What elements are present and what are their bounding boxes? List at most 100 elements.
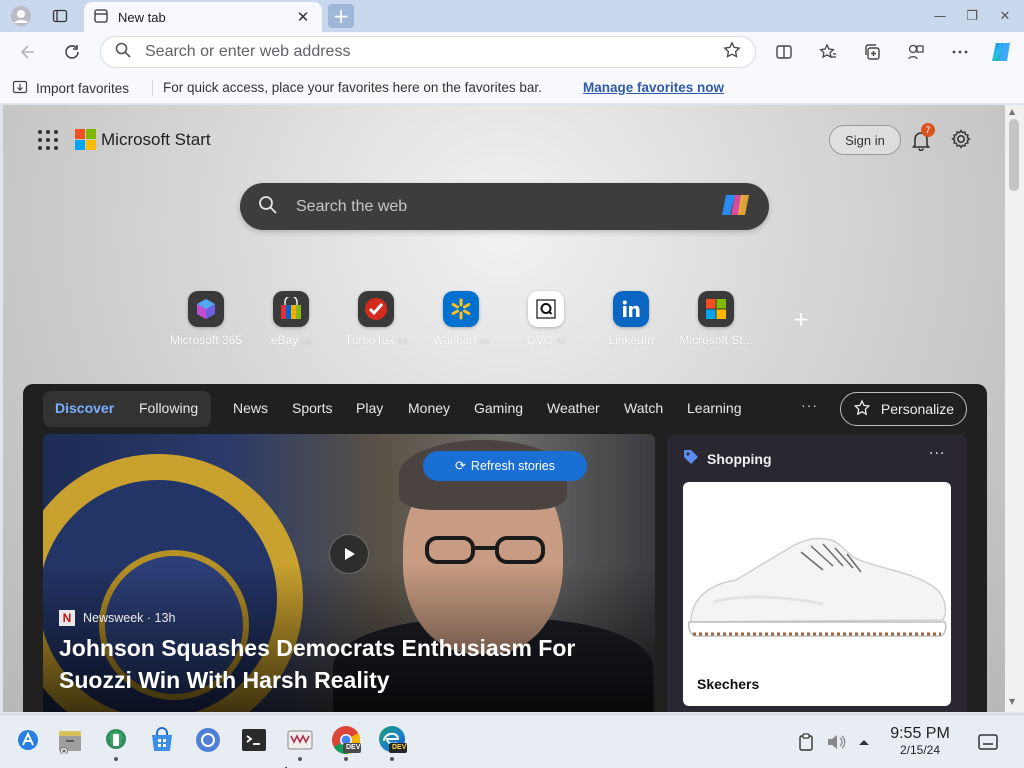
quicklink-label: Walmart xyxy=(432,333,477,347)
ad-badge: Ad xyxy=(555,337,566,346)
story-headline[interactable]: Johnson Squashes Democrats Enthusiasm Fo… xyxy=(59,632,639,696)
clock-time: 9:55 PM xyxy=(890,725,950,742)
manage-favorites-link[interactable]: Manage favorites now xyxy=(583,80,724,95)
ad-badge: Ad xyxy=(301,337,312,346)
nav-weather[interactable]: Weather xyxy=(547,400,600,416)
scroll-down-arrow-icon[interactable]: ▼ xyxy=(1009,697,1015,706)
new-tab-button[interactable]: + xyxy=(328,4,354,28)
product-card[interactable]: Skechers xyxy=(683,482,951,706)
add-favorite-star-icon[interactable] xyxy=(723,41,741,63)
taskbar: DEV DEV 9:55 PM 2/15/24 xyxy=(0,714,1024,768)
web-search-box[interactable]: Search the web xyxy=(240,183,769,230)
browser-toolbar: Search or enter web address xyxy=(0,32,1024,72)
notification-count-badge: 7 xyxy=(921,123,935,137)
feed-mode-toggle: Discover Following xyxy=(43,391,211,427)
maximize-button[interactable]: ❐ xyxy=(962,6,982,26)
file-manager-icon[interactable] xyxy=(54,724,86,756)
refresh-stories-button[interactable]: ⟳ Refresh stories xyxy=(423,451,587,481)
quicklink-qvc[interactable]: QVC Ad xyxy=(501,291,591,347)
minimize-button[interactable]: — xyxy=(930,6,950,26)
brand-title[interactable]: Microsoft Start xyxy=(101,130,211,150)
chromium-browser-icon[interactable] xyxy=(192,724,224,756)
volume-icon[interactable] xyxy=(826,732,846,752)
tab-strip: New tab ✕ + — ❐ ✕ xyxy=(0,0,1024,32)
scroll-up-arrow-icon[interactable]: ▲ xyxy=(1009,107,1015,116)
nav-news[interactable]: News xyxy=(233,400,268,416)
quicklink-linkedin[interactable]: LinkedIn xyxy=(586,291,676,347)
chrome-dev-icon[interactable]: DEV xyxy=(330,724,362,761)
address-placeholder: Search or enter web address xyxy=(145,43,351,60)
copilot-icon[interactable] xyxy=(989,40,1013,64)
import-favorites-label: Import favorites xyxy=(36,81,130,96)
search-icon xyxy=(115,42,131,62)
shopping-more-button[interactable]: ··· xyxy=(929,446,945,462)
quicklink-walmart[interactable]: Walmart Ad xyxy=(416,291,506,347)
mouse-cursor-icon xyxy=(284,761,294,768)
quicklink-ebay[interactable]: eBay Ad xyxy=(246,291,336,347)
ebay-shopping-bag-icon xyxy=(273,291,309,327)
favorites-icon[interactable] xyxy=(816,40,840,64)
nav-learning[interactable]: Learning xyxy=(687,400,742,416)
microsoft-365-icon xyxy=(188,291,224,327)
nav-more-button[interactable]: ··· xyxy=(801,397,818,413)
linkedin-icon xyxy=(613,291,649,327)
address-bar[interactable]: Search or enter web address xyxy=(100,36,756,68)
start-launcher-icon[interactable] xyxy=(12,724,44,756)
collections-icon[interactable] xyxy=(860,40,884,64)
nav-money[interactable]: Money xyxy=(408,400,450,416)
nav-sports[interactable]: Sports xyxy=(292,400,332,416)
edge-dev-icon[interactable]: DEV xyxy=(376,724,408,761)
refresh-icon[interactable] xyxy=(60,40,84,64)
tab-following[interactable]: Following xyxy=(139,400,198,416)
nav-play[interactable]: Play xyxy=(356,400,383,416)
quicklink-label: Microsoft 365 xyxy=(169,333,243,347)
running-indicator xyxy=(114,757,118,761)
notification-center-icon[interactable] xyxy=(978,732,998,752)
split-screen-icon[interactable] xyxy=(772,40,796,64)
tab-actions-icon[interactable] xyxy=(47,4,73,28)
copilot-search-icon[interactable] xyxy=(721,192,751,222)
taskbar-clock[interactable]: 9:55 PM 2/15/24 xyxy=(880,725,960,757)
terminal-icon[interactable] xyxy=(238,724,270,756)
tab-discover[interactable]: Discover xyxy=(55,400,114,416)
quicklink-label: LinkedIn xyxy=(608,333,654,347)
running-indicator xyxy=(390,757,394,761)
nav-gaming[interactable]: Gaming xyxy=(474,400,523,416)
quicklink-label: TurboTax xyxy=(344,333,395,347)
quicklink-microsoft-store[interactable]: Microsoft St... xyxy=(671,291,761,347)
story-source: N Newsweek · 13h xyxy=(59,610,175,626)
quicklink-label: QVC xyxy=(526,333,553,347)
quicklink-microsoft-365[interactable]: Microsoft 365 xyxy=(161,291,251,347)
quicklink-turbotax[interactable]: TurboTax Ad xyxy=(331,291,421,347)
back-icon[interactable] xyxy=(16,40,40,64)
profile-icon[interactable] xyxy=(8,4,34,28)
clipboard-icon[interactable] xyxy=(796,732,816,752)
software-store-icon[interactable] xyxy=(146,724,178,756)
app-launcher-icon[interactable] xyxy=(38,130,58,150)
microsoft-logo-icon xyxy=(75,129,96,150)
close-window-button[interactable]: ✕ xyxy=(995,6,1015,26)
sign-in-button[interactable]: Sign in xyxy=(829,125,901,155)
ad-badge: Ad xyxy=(479,337,490,346)
scrollbar-thumb[interactable] xyxy=(1009,119,1019,191)
hero-story-card[interactable]: ⟳ Refresh stories N Newsweek · 13h Johns… xyxy=(43,434,655,712)
play-video-icon[interactable] xyxy=(329,534,369,574)
personalize-star-icon xyxy=(853,398,871,420)
clock-date: 2/15/24 xyxy=(899,743,941,757)
page-settings-gear-icon[interactable] xyxy=(950,128,972,150)
running-indicator xyxy=(298,757,302,761)
media-viewer-icon[interactable] xyxy=(284,724,316,761)
system-settings-icon[interactable] xyxy=(100,724,132,761)
personalize-button[interactable]: Personalize xyxy=(840,392,967,426)
show-hidden-icons-icon[interactable] xyxy=(854,732,874,752)
add-quicklink-button[interactable]: + xyxy=(789,307,813,331)
turbotax-check-icon xyxy=(358,291,394,327)
browser-essentials-icon[interactable] xyxy=(904,40,928,64)
more-menu-icon[interactable] xyxy=(948,40,972,64)
tab-new-tab[interactable]: New tab ✕ xyxy=(84,2,322,32)
close-tab-icon[interactable]: ✕ xyxy=(294,8,312,26)
import-favorites-button[interactable]: Import favorites xyxy=(12,79,129,98)
running-indicator xyxy=(344,757,348,761)
nav-watch[interactable]: Watch xyxy=(624,400,663,416)
page-scrollbar[interactable]: ▲ ▼ xyxy=(1005,105,1024,712)
